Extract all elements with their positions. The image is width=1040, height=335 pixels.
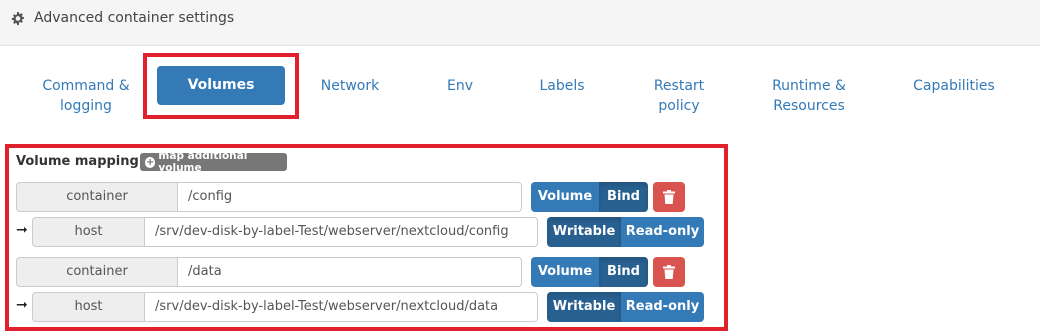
tab-network[interactable]: Network (300, 76, 400, 116)
map-additional-volume-label: map additional volume (158, 150, 248, 174)
volume-mapping-label: Volume mapping (16, 154, 139, 169)
trash-icon (663, 265, 675, 279)
tab-restart-policy[interactable]: Restart policy (638, 76, 720, 116)
container-path-input[interactable]: /data (177, 257, 522, 287)
tab-runtime-resources[interactable]: Runtime & Resources (754, 76, 864, 116)
arrow-right-icon: ➞ (16, 297, 28, 313)
tab-env[interactable]: Env (430, 76, 490, 116)
container-addon: container (16, 182, 177, 212)
bind-toggle-button[interactable]: Bind (599, 257, 648, 287)
arrow-right-icon: ➞ (16, 222, 28, 238)
read-only-toggle-button[interactable]: Read-only (621, 217, 704, 247)
remove-volume-button[interactable] (653, 257, 685, 287)
plus-circle-icon: + (145, 156, 156, 168)
volume-toggle-button[interactable]: Volume (531, 257, 599, 287)
host-addon: host (32, 292, 144, 322)
tab-command-logging[interactable]: Command & logging (30, 76, 142, 116)
host-addon: host (32, 217, 144, 247)
tab-labels[interactable]: Labels (527, 76, 597, 116)
remove-volume-button[interactable] (653, 182, 685, 212)
panel-title: Advanced container settings (34, 10, 235, 26)
volume-toggle-button[interactable]: Volume (531, 182, 599, 212)
panel-header: Advanced container settings (0, 0, 1040, 46)
host-path-input[interactable]: /srv/dev-disk-by-label-Test/webserver/ne… (144, 217, 538, 247)
writable-toggle-button[interactable]: Writable (547, 292, 621, 322)
bind-toggle-button[interactable]: Bind (599, 182, 648, 212)
host-path-input[interactable]: /srv/dev-disk-by-label-Test/webserver/ne… (144, 292, 538, 322)
trash-icon (663, 190, 675, 204)
gear-icon (11, 11, 25, 26)
tab-volumes[interactable]: Volumes (157, 66, 285, 105)
map-additional-volume-button[interactable]: + map additional volume (140, 150, 287, 174)
container-addon: container (16, 257, 177, 287)
tab-capabilities[interactable]: Capabilities (898, 76, 1010, 116)
writable-toggle-button[interactable]: Writable (547, 217, 621, 247)
container-path-input[interactable]: /config (177, 182, 522, 212)
read-only-toggle-button[interactable]: Read-only (621, 292, 704, 322)
